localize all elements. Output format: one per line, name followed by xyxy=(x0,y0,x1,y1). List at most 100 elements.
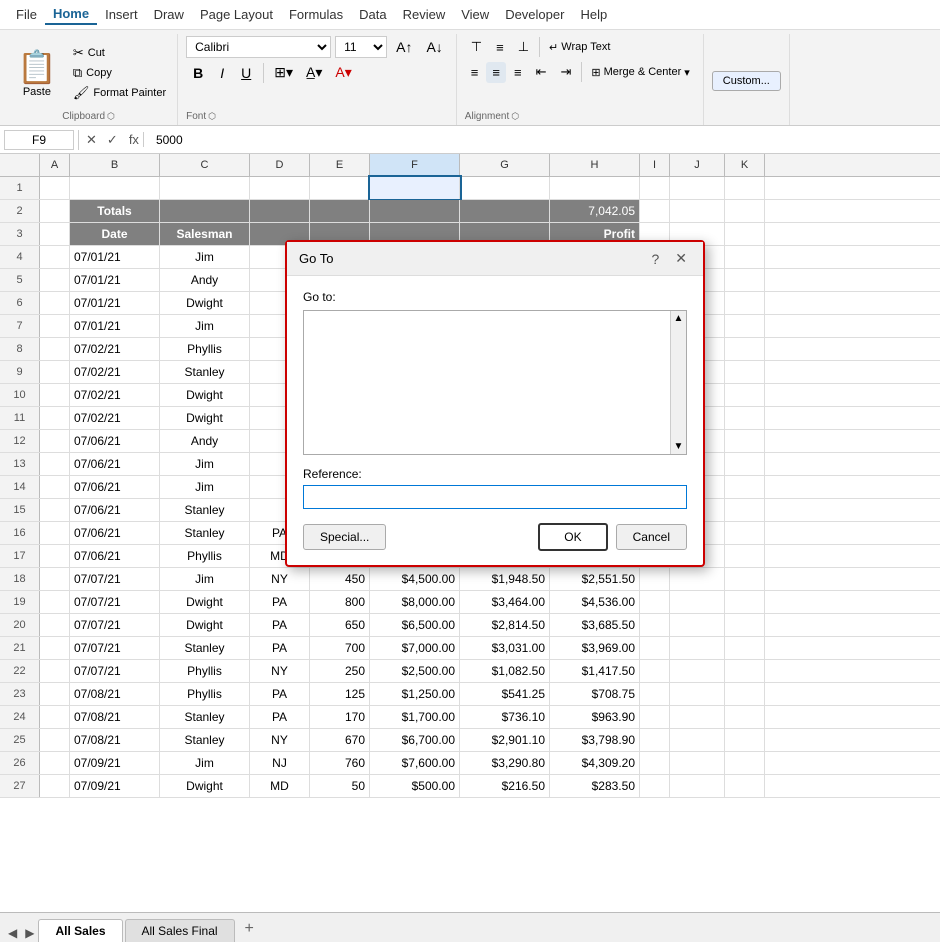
cell-date[interactable]: 07/09/21 xyxy=(70,775,160,797)
cell-profit[interactable]: $283.50 xyxy=(550,775,640,797)
cell[interactable] xyxy=(640,752,670,774)
cell[interactable] xyxy=(640,660,670,682)
cell[interactable]: Andy xyxy=(160,430,250,452)
cell-salesman[interactable]: Dwight xyxy=(160,614,250,636)
increase-indent-button[interactable]: ⇥ xyxy=(554,61,577,83)
cell[interactable] xyxy=(250,200,310,222)
cell-sales[interactable]: $4,500.00 xyxy=(370,568,460,590)
cell[interactable]: 07/02/21 xyxy=(70,384,160,406)
cell-state[interactable]: PA xyxy=(250,683,310,705)
cell[interactable] xyxy=(40,292,70,314)
cell-qty[interactable]: 170 xyxy=(310,706,370,728)
cell[interactable] xyxy=(40,522,70,544)
cell[interactable] xyxy=(670,706,725,728)
cell[interactable] xyxy=(725,292,765,314)
cell[interactable] xyxy=(40,591,70,613)
cell-profit[interactable]: $3,685.50 xyxy=(550,614,640,636)
cell[interactable]: 07/06/21 xyxy=(70,499,160,521)
cell[interactable] xyxy=(670,775,725,797)
ok-button[interactable]: OK xyxy=(538,523,607,551)
format-painter-button[interactable]: 🖌 Format Painter xyxy=(70,84,169,102)
cell[interactable] xyxy=(550,177,640,199)
menu-developer[interactable]: Developer xyxy=(497,5,572,24)
cell[interactable] xyxy=(160,177,250,199)
cancel-formula-icon[interactable]: ✕ xyxy=(83,130,100,150)
cell-state[interactable]: NY xyxy=(250,660,310,682)
cell-sales[interactable]: $2,500.00 xyxy=(370,660,460,682)
menu-file[interactable]: File xyxy=(8,5,45,24)
cell[interactable] xyxy=(725,246,765,268)
cell[interactable]: Jim xyxy=(160,246,250,268)
copy-button[interactable]: ⧉ Copy xyxy=(70,64,169,82)
col-header-g[interactable]: G xyxy=(460,154,550,176)
bold-button[interactable]: B xyxy=(186,62,210,84)
cell-date[interactable]: 07/06/21 xyxy=(70,545,160,567)
cell[interactable] xyxy=(370,200,460,222)
cell[interactable] xyxy=(40,614,70,636)
dialog-scrollbar[interactable]: ▲ ▼ xyxy=(670,311,686,454)
cell[interactable]: Dwight xyxy=(160,407,250,429)
cell-state[interactable]: PA xyxy=(250,706,310,728)
borders-button[interactable]: ⊞▾ xyxy=(269,61,298,84)
cell-cost[interactable]: $2,814.50 xyxy=(460,614,550,636)
font-name-select[interactable]: Calibri xyxy=(186,36,331,58)
menu-view[interactable]: View xyxy=(453,5,497,24)
cell[interactable] xyxy=(725,729,765,751)
cell[interactable] xyxy=(640,683,670,705)
cell[interactable] xyxy=(160,200,250,222)
menu-help[interactable]: Help xyxy=(572,5,615,24)
cell[interactable] xyxy=(670,568,725,590)
cell[interactable]: Jim xyxy=(160,453,250,475)
cell[interactable] xyxy=(670,637,725,659)
cell-cost[interactable]: $736.10 xyxy=(460,706,550,728)
cell[interactable]: 07/06/21 xyxy=(70,476,160,498)
cell[interactable]: 07/01/21 xyxy=(70,315,160,337)
cell[interactable] xyxy=(370,177,460,199)
cell[interactable] xyxy=(40,384,70,406)
cell[interactable] xyxy=(725,476,765,498)
cell-header[interactable]: Date xyxy=(70,223,160,245)
cell[interactable] xyxy=(40,775,70,797)
dialog-help-icon[interactable]: ? xyxy=(647,249,663,269)
menu-insert[interactable]: Insert xyxy=(97,5,146,24)
cell-qty[interactable]: 50 xyxy=(310,775,370,797)
col-header-j[interactable]: J xyxy=(670,154,725,176)
cell[interactable] xyxy=(640,614,670,636)
cell-sales[interactable]: $6,500.00 xyxy=(370,614,460,636)
cell[interactable] xyxy=(40,246,70,268)
cell[interactable] xyxy=(725,614,765,636)
cell[interactable]: Totals xyxy=(70,200,160,222)
cell-sales[interactable]: $8,000.00 xyxy=(370,591,460,613)
menu-home[interactable]: Home xyxy=(45,4,97,25)
cell-cost[interactable]: $3,031.00 xyxy=(460,637,550,659)
goto-list[interactable]: ▲ ▼ xyxy=(303,310,687,455)
cell-date[interactable]: 07/07/21 xyxy=(70,591,160,613)
cell[interactable] xyxy=(40,568,70,590)
menu-page-layout[interactable]: Page Layout xyxy=(192,5,281,24)
cell-state[interactable]: PA xyxy=(250,637,310,659)
cell-date[interactable]: 07/07/21 xyxy=(70,660,160,682)
cell-date[interactable]: 07/09/21 xyxy=(70,752,160,774)
cell[interactable] xyxy=(725,568,765,590)
cell[interactable] xyxy=(670,177,725,199)
cell-salesman[interactable]: Dwight xyxy=(160,775,250,797)
cell-qty[interactable]: 760 xyxy=(310,752,370,774)
cell-cost[interactable]: $216.50 xyxy=(460,775,550,797)
cell-sales[interactable]: $7,000.00 xyxy=(370,637,460,659)
cell[interactable] xyxy=(725,706,765,728)
cell-sales[interactable]: $6,700.00 xyxy=(370,729,460,751)
font-expand-icon[interactable]: ⬡ xyxy=(208,111,216,122)
cell[interactable] xyxy=(725,384,765,406)
dialog-close-icon[interactable]: ✕ xyxy=(671,248,691,269)
cell[interactable]: 07/06/21 xyxy=(70,430,160,452)
cell[interactable] xyxy=(640,637,670,659)
col-header-k[interactable]: K xyxy=(725,154,765,176)
align-center-button[interactable]: ≡ xyxy=(486,62,506,83)
tab-nav-left[interactable]: ◀ xyxy=(4,924,21,942)
paste-button[interactable]: 📋 Paste xyxy=(8,43,66,103)
cell[interactable] xyxy=(310,200,370,222)
col-header-b[interactable]: B xyxy=(70,154,160,176)
cell[interactable] xyxy=(40,476,70,498)
cell[interactable] xyxy=(40,223,70,245)
cell-profit[interactable]: $708.75 xyxy=(550,683,640,705)
